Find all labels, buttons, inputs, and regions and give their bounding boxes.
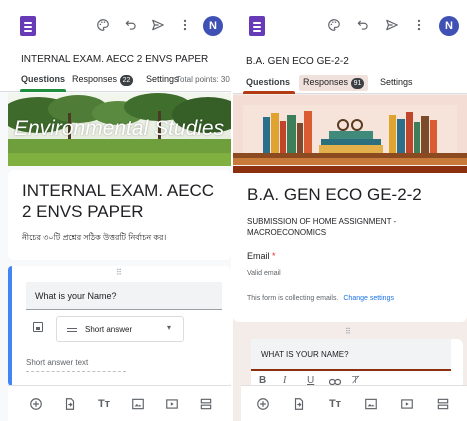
add-section-icon[interactable] [435, 396, 451, 412]
tab-questions[interactable]: Questions [21, 74, 65, 84]
google-forms-logo-icon[interactable] [249, 16, 265, 36]
collecting-emails-text: This form is collecting emails. [247, 295, 339, 302]
add-question-icon[interactable] [255, 396, 271, 412]
send-icon[interactable] [150, 17, 166, 33]
tab-settings[interactable]: Settings [380, 77, 413, 87]
tab-responses-label: Responses [303, 77, 349, 87]
email-collection-note: This form is collecting emails. Change s… [247, 295, 394, 302]
responses-count-badge: 22 [120, 75, 134, 86]
add-question-icon[interactable] [28, 396, 44, 412]
add-video-icon[interactable] [399, 396, 415, 412]
tab-active-indicator [243, 91, 295, 94]
form-header-title[interactable]: INTERNAL EXAM. AECC 2 ENVS PAPER [22, 180, 228, 222]
question-focus-bar [8, 266, 12, 386]
tab-responses[interactable]: Responses 22 [72, 74, 134, 86]
image-icon[interactable] [33, 322, 43, 332]
left-form-editor: N INTERNAL EXAM. AECC 2 ENVS PAPER Quest… [0, 0, 231, 421]
form-header-description[interactable]: নীচের ৩০টি প্রশ্নের সঠিক উত্তরটি নির্বাচ… [22, 232, 228, 243]
responses-count-badge: 91 [351, 78, 365, 89]
question-type-label: Short answer [85, 325, 133, 334]
more-vert-icon[interactable] [411, 17, 427, 33]
more-vert-icon[interactable] [177, 17, 193, 33]
change-settings-link[interactable]: Change settings [343, 295, 394, 302]
palette-icon[interactable] [326, 17, 342, 33]
header-accent-bar [233, 166, 467, 173]
add-image-icon[interactable] [363, 396, 379, 412]
add-image-icon[interactable] [130, 396, 146, 412]
total-points: Total points: 30 [176, 75, 230, 84]
account-avatar[interactable]: N [203, 16, 223, 36]
tab-responses[interactable]: Responses 91 [299, 75, 369, 91]
left-top-bar: N [0, 0, 231, 46]
drag-handle-icon[interactable]: ⠿ [116, 268, 123, 277]
drag-handle-icon[interactable]: ⠿ [345, 327, 352, 336]
import-questions-icon[interactable] [62, 396, 78, 412]
form-header-description[interactable]: SUBMISSION OF HOME ASSIGNMENT - MACROECO… [247, 216, 453, 238]
tab-active-indicator [20, 89, 66, 92]
account-avatar[interactable]: N [439, 16, 459, 36]
right-tabs: Questions Responses 91 Settings [233, 72, 467, 94]
add-section-icon[interactable] [198, 396, 214, 412]
question-card[interactable]: WHAT IS YOUR NAME? B I U ⊤̸ [251, 339, 463, 387]
email-label-text: Email [247, 251, 270, 261]
short-answer-icon [67, 328, 77, 329]
form-header-card: INTERNAL EXAM. AECC 2 ENVS PAPER নীচের ৩… [8, 170, 231, 260]
tab-responses-label: Responses [72, 74, 118, 84]
google-forms-logo-icon[interactable] [20, 16, 36, 36]
banner-title: Environmental Studies [14, 117, 225, 140]
send-icon[interactable] [384, 17, 400, 33]
chevron-down-icon: ▾ [167, 323, 172, 332]
import-questions-icon[interactable] [291, 396, 307, 412]
question-type-select[interactable]: Short answer ▾ [56, 316, 184, 342]
form-header-title[interactable]: B.A. GEN ECO GE-2-2 [247, 184, 422, 205]
add-title-icon[interactable]: Tт [96, 396, 112, 412]
undo-icon[interactable] [123, 17, 139, 33]
tab-questions[interactable]: Questions [246, 77, 290, 87]
question-card[interactable]: ⠿ What is your Name? Short answer ▾ Shor… [8, 266, 231, 386]
add-title-icon[interactable]: Tт [327, 396, 343, 412]
email-label: Email * [247, 251, 276, 261]
left-bottom-toolbar: Tт [8, 385, 231, 421]
tab-settings[interactable]: Settings [146, 74, 179, 84]
add-video-icon[interactable] [164, 396, 180, 412]
right-form-editor: N B.A. GEN ECO GE-2-2 Questions Response… [233, 0, 467, 421]
right-bottom-toolbar: Tт [241, 385, 467, 421]
answer-line [26, 371, 126, 372]
right-top-bar: N [233, 0, 467, 46]
form-header-card: B.A. GEN ECO GE-2-2 SUBMISSION OF HOME A… [233, 166, 467, 322]
environmental-studies-banner: Environmental Studies [8, 93, 231, 166]
left-tabs: Questions Responses 22 Settings Total poi… [0, 70, 231, 92]
short-answer-placeholder: Short answer text [26, 358, 89, 367]
required-asterisk: * [272, 251, 276, 261]
form-title[interactable]: INTERNAL EXAM. AECC 2 ENVS PAPER [0, 46, 231, 70]
palette-icon[interactable] [95, 17, 111, 33]
books-banner [233, 95, 467, 165]
email-placeholder: Valid email [247, 270, 281, 277]
undo-icon[interactable] [355, 17, 371, 33]
form-title[interactable]: B.A. GEN ECO GE-2-2 [233, 46, 467, 72]
question-title-input[interactable]: What is your Name? [26, 282, 222, 310]
question-title-input[interactable]: WHAT IS YOUR NAME? [251, 339, 451, 371]
